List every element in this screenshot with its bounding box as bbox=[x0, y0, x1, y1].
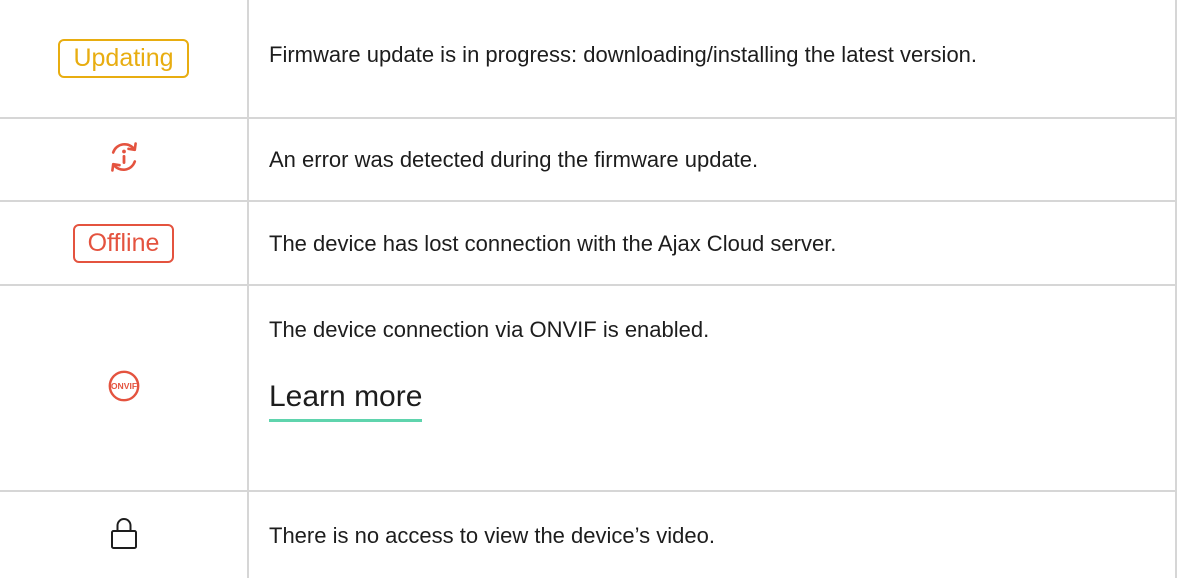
status-description: The device has lost connection with the … bbox=[269, 230, 837, 256]
table-row: Offline The device has lost connection w… bbox=[0, 200, 1177, 286]
status-description-cell: An error was detected during the firmwar… bbox=[247, 117, 1177, 202]
status-description-cell: The device connection via ONVIF is enabl… bbox=[247, 284, 1177, 492]
status-description-cell: The device has lost connection with the … bbox=[247, 200, 1177, 286]
status-icon-cell: ONVIF bbox=[0, 284, 249, 492]
offline-badge: Offline bbox=[72, 223, 175, 263]
status-description: Firmware update is in progress: download… bbox=[269, 42, 978, 67]
status-description: There is no access to view the device’s … bbox=[269, 522, 715, 548]
status-icon-cell: Updating bbox=[0, 0, 249, 119]
table-row: Updating Firmware update is in progress:… bbox=[0, 0, 1177, 119]
status-description-cell: Firmware update is in progress: download… bbox=[247, 0, 1177, 119]
onvif-icon: ONVIF bbox=[108, 370, 140, 402]
learn-more-link[interactable]: Learn more bbox=[269, 377, 423, 422]
status-icons-table: Updating Firmware update is in progress:… bbox=[0, 0, 1177, 578]
status-icon-cell bbox=[0, 117, 249, 202]
updating-badge: Updating bbox=[58, 39, 189, 78]
status-icon-cell bbox=[0, 490, 249, 578]
status-description: The device connection via ONVIF is enabl… bbox=[269, 317, 710, 342]
status-description: An error was detected during the firmwar… bbox=[269, 147, 759, 172]
table-row: There is no access to view the device’s … bbox=[0, 490, 1177, 578]
status-description-cell: There is no access to view the device’s … bbox=[247, 490, 1177, 578]
table-row: ONVIF The device connection via ONVIF is… bbox=[0, 284, 1177, 492]
table-row: An error was detected during the firmwar… bbox=[0, 117, 1177, 202]
update-error-icon bbox=[105, 138, 143, 176]
status-icon-cell: Offline bbox=[0, 200, 249, 286]
lock-icon bbox=[109, 516, 139, 550]
onvif-icon-label: ONVIF bbox=[110, 381, 136, 391]
